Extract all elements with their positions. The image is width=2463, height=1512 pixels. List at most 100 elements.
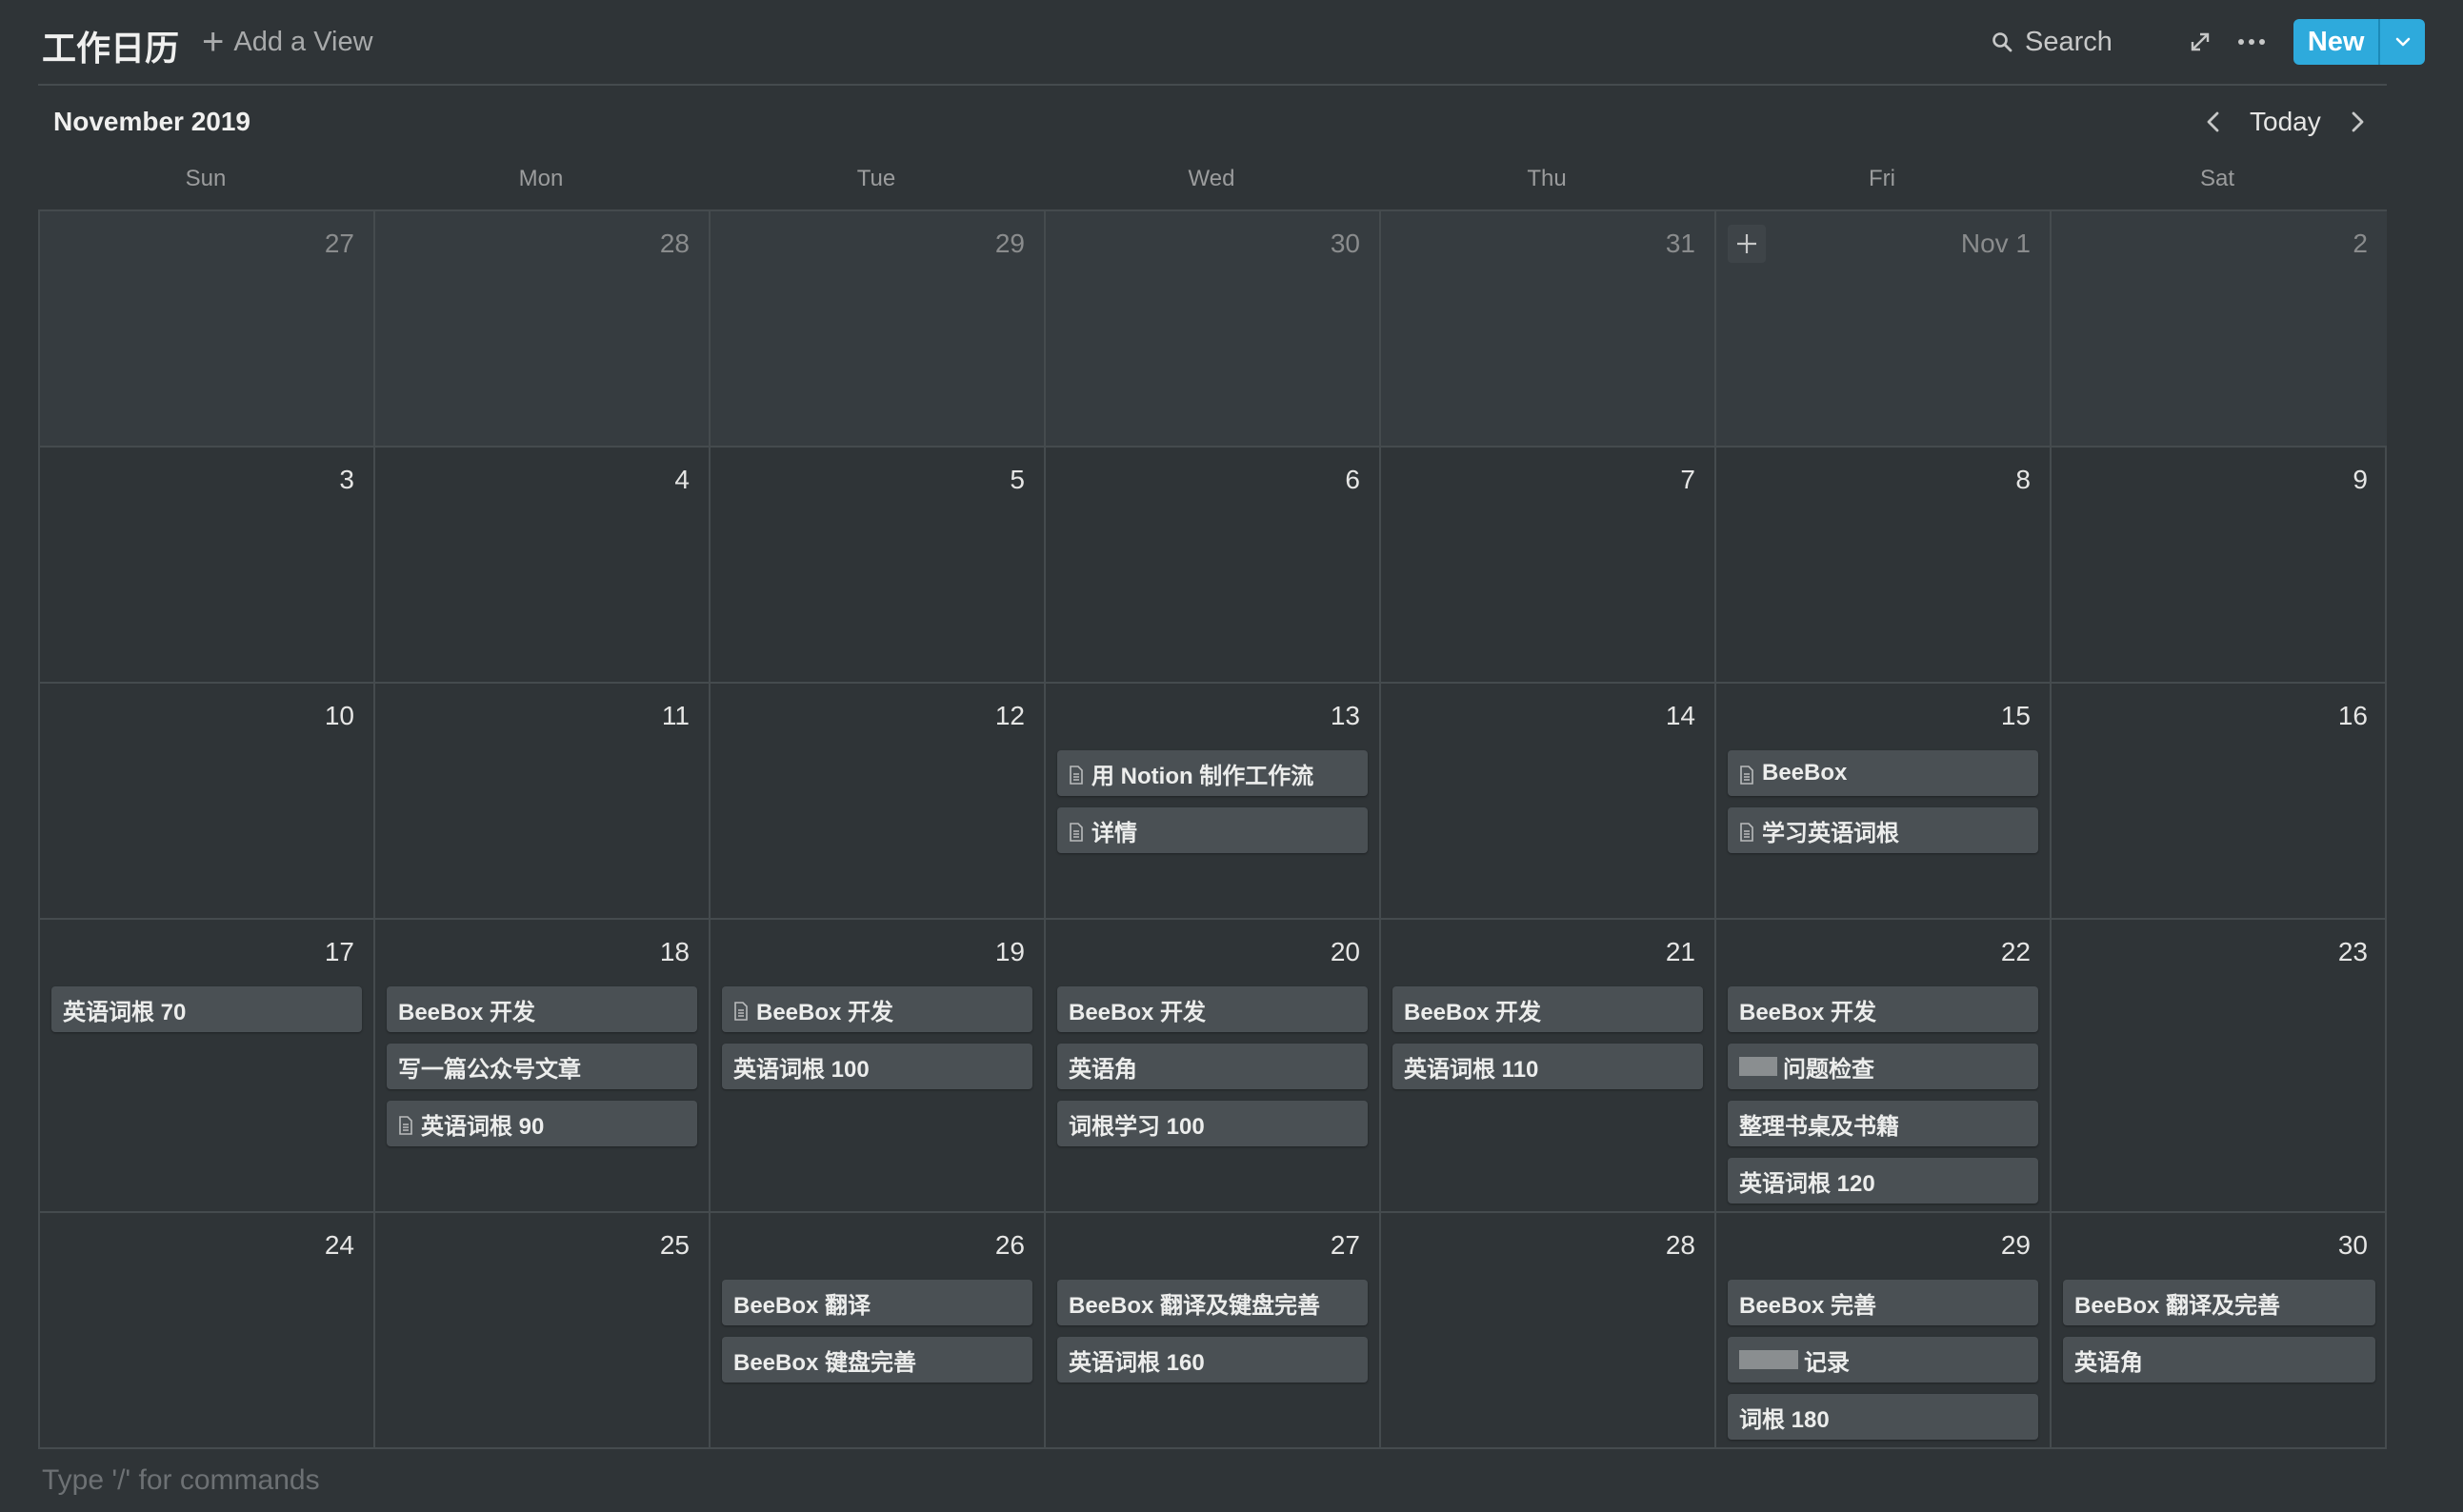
new-button-group: New [2293,19,2425,65]
event-card[interactable]: 英语词根 70 [51,986,362,1032]
event-card[interactable]: BeeBox 开发 [1392,986,1703,1032]
day-cell[interactable]: 23 [2052,920,2387,1213]
event-card[interactable]: 记录 [1728,1337,2038,1383]
day-cell[interactable]: 6 [1046,448,1381,684]
event-title: BeeBox [1762,760,1848,786]
event-card[interactable]: BeeBox 键盘完善 [722,1337,1032,1383]
database-title[interactable]: 工作日历 [42,21,179,70]
event-title: 用 Notion 制作工作流 [1091,763,1314,789]
day-cell[interactable]: 18 BeeBox 开发 写一篇公众号文章 英语词根 90 [375,920,711,1213]
event-card[interactable]: 英语词根 110 [1392,1044,1703,1089]
next-month-button[interactable] [2344,109,2371,135]
event-title: BeeBox 开发 [756,999,894,1025]
event-card[interactable]: BeeBox 翻译及完善 [2063,1280,2375,1325]
event-card[interactable]: BeeBox [1728,750,2038,796]
day-cell[interactable]: 12 [711,684,1046,920]
day-cell[interactable]: 11 [375,684,711,920]
day-cell[interactable]: 19 BeeBox 开发英语词根 100 [711,920,1046,1213]
event-card[interactable]: BeeBox 开发 [1728,986,2038,1032]
event-card[interactable]: 英语词根 160 [1057,1337,1368,1383]
day-cell[interactable]: 27 [40,211,375,448]
day-cell[interactable]: 7 [1381,448,1716,684]
day-cell[interactable]: 21 BeeBox 开发 英语词根 110 [1381,920,1716,1213]
day-cell[interactable]: 26 BeeBox 翻译 BeeBox 键盘完善 [711,1213,1046,1447]
day-cell[interactable]: 14 [1381,684,1716,920]
day-number: 18 [659,937,690,966]
day-cell[interactable]: 30 [1046,211,1381,448]
event-card[interactable]: 整理书桌及书籍 [1728,1101,2038,1146]
event-card[interactable]: 词根学习 100 [1057,1101,1368,1146]
more-options-button[interactable] [2234,25,2269,59]
event-title: 记录 [1804,1349,1850,1376]
event-card[interactable]: BeeBox 完善 [1728,1280,2038,1325]
event-card[interactable]: 英语词根 100 [722,1044,1032,1089]
open-as-page-button[interactable] [2185,27,2215,57]
event-title: 英语词根 120 [1739,1170,1875,1197]
event-card[interactable]: BeeBox 翻译及键盘完善 [1057,1280,1368,1325]
day-cell[interactable]: 5 [711,448,1046,684]
add-event-button[interactable] [1728,225,1766,263]
previous-month-button[interactable] [2200,109,2227,135]
event-title: BeeBox 完善 [1739,1292,1877,1319]
day-cell[interactable]: 28 [375,211,711,448]
day-cell[interactable]: 10 [40,684,375,920]
day-cell[interactable]: 29 BeeBox 完善记录词根 180 [1716,1213,2052,1447]
day-cell[interactable]: 16 [2052,684,2387,920]
day-number: 4 [674,465,690,494]
day-cell[interactable]: 22 BeeBox 开发 问题检查 整理书桌及书籍 英语词根 120 [1716,920,2052,1213]
add-view-button[interactable]: + Add a View [202,21,373,63]
day-cell[interactable]: 4 [375,448,711,684]
day-number: 19 [994,937,1025,966]
event-card[interactable]: 英语角 [2063,1337,2375,1383]
day-cell[interactable]: 28 [1381,1213,1716,1447]
event-card[interactable]: BeeBox 开发 [1057,986,1368,1032]
day-number: 27 [324,229,354,258]
day-cell[interactable]: 2 [2052,211,2387,448]
day-number: 24 [324,1230,354,1260]
redacted-block [1739,1350,1798,1369]
day-cell[interactable]: 25 [375,1213,711,1447]
day-cell[interactable]: 27 BeeBox 翻译及键盘完善 英语词根 160 [1046,1213,1381,1447]
event-card[interactable]: BeeBox 开发 [722,986,1032,1032]
event-title: BeeBox 开发 [1069,999,1207,1025]
day-number: Nov 1 [1960,229,2031,258]
day-cell[interactable]: 15 BeeBox 学习英语词根 [1716,684,2052,920]
calendar-page: 工作日历 + Add a View Search New November 20… [0,0,2463,1512]
day-cell[interactable]: 30 BeeBox 翻译及完善 英语角 [2052,1213,2387,1447]
day-cell[interactable]: 8 [1716,448,2052,684]
day-cell[interactable]: 20 BeeBox 开发 英语角 词根学习 100 [1046,920,1381,1213]
day-cell[interactable]: 29 [711,211,1046,448]
search-button[interactable]: Search [1991,25,2113,59]
day-cell[interactable]: 9 [2052,448,2387,684]
event-card[interactable]: 英语角 [1057,1044,1368,1089]
day-cell[interactable]: 3 [40,448,375,684]
event-card[interactable]: 英语词根 120 [1728,1158,2038,1204]
today-button[interactable]: Today [2250,107,2321,137]
event-card[interactable]: 写一篇公众号文章 [387,1044,697,1089]
weekday-label: Mon [518,166,564,191]
weekday-label: Wed [1188,166,1235,191]
day-cell[interactable]: 24 [40,1213,375,1447]
new-button[interactable]: New [2293,19,2378,65]
new-dropdown-button[interactable] [2378,19,2425,65]
event-card[interactable]: BeeBox 翻译 [722,1280,1032,1325]
day-cell[interactable]: 13 用 Notion 制作工作流 详情 [1046,684,1381,920]
event-card[interactable]: BeeBox 开发 [387,986,697,1032]
event-card[interactable]: 用 Notion 制作工作流 [1057,750,1368,796]
day-cell[interactable]: 17 英语词根 70 [40,920,375,1213]
command-placeholder[interactable]: Type '/' for commands [42,1464,320,1497]
event-card[interactable]: 问题检查 [1728,1044,2038,1089]
day-cell[interactable]: Nov 1 [1716,211,2052,448]
add-view-label: Add a View [233,26,373,57]
event-card[interactable]: 词根 180 [1728,1394,2038,1440]
event-card[interactable]: 学习英语词根 [1728,807,2038,853]
day-number: 28 [1665,1230,1695,1260]
event-title: BeeBox 开发 [1404,999,1542,1025]
day-number: 29 [2000,1230,2031,1260]
plus-icon: + [202,21,225,63]
day-number: 7 [1680,465,1695,494]
event-card[interactable]: 英语词根 90 [387,1101,697,1146]
day-cell[interactable]: 31 [1381,211,1716,448]
event-title: 问题检查 [1783,1056,1874,1083]
event-card[interactable]: 详情 [1057,807,1368,853]
